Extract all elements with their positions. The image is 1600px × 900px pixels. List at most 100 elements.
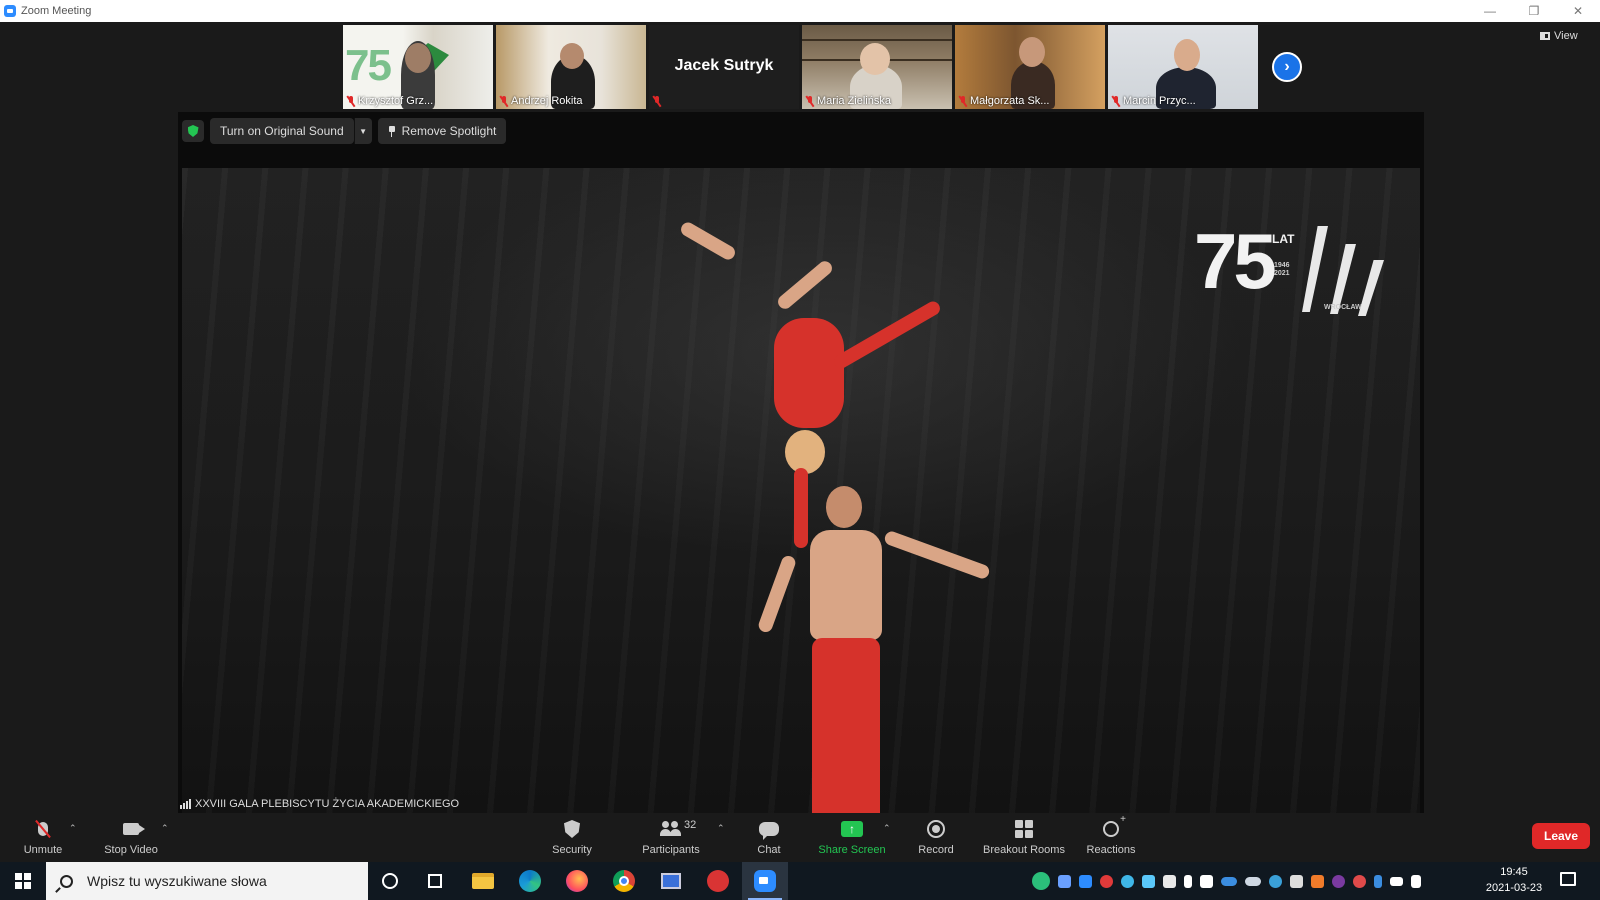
chat-button[interactable]: Chat — [755, 813, 783, 862]
record-button[interactable]: Record — [916, 813, 956, 862]
meeting-controls: Unmute ⌃ Stop Video ⌃ Security 32 Partic… — [0, 813, 1600, 862]
participant-name: Marcin Przyc... — [1123, 95, 1196, 107]
chrome-icon — [613, 870, 635, 892]
tray-app-icon[interactable] — [1079, 874, 1092, 888]
encryption-shield-icon[interactable] — [182, 120, 204, 142]
participant-name: Krzysztof Grz... — [358, 95, 434, 107]
view-button[interactable]: View — [1540, 30, 1578, 42]
awf-75-logo: 75 LAT 1946 2021 WROCŁAW — [1194, 222, 1384, 316]
original-sound-dropdown-icon[interactable]: ▼ — [353, 118, 372, 144]
original-sound-button[interactable]: Turn on Original Sound — [210, 118, 354, 144]
edge-button[interactable] — [507, 862, 553, 900]
share-options-caret-icon[interactable]: ⌃ — [883, 823, 891, 834]
participant-face — [405, 43, 431, 73]
zoom-icon — [754, 870, 776, 892]
taskbar-search[interactable]: Wpisz tu wyszukiwane słowa — [46, 862, 368, 900]
breakout-rooms-button[interactable]: Breakout Rooms — [981, 813, 1067, 862]
spotlight-video[interactable]: 75 LAT 1946 2021 WROCŁAW Turn on Origina… — [178, 112, 1424, 813]
muted-mic-icon — [959, 95, 967, 107]
breakout-rooms-icon — [1013, 819, 1035, 839]
remove-spotlight-label: Remove Spotlight — [401, 124, 497, 138]
tray-app-icon[interactable] — [1058, 874, 1071, 888]
tray-app-icon[interactable] — [1353, 874, 1366, 888]
firefox-button[interactable] — [554, 862, 600, 900]
tray-app-icon[interactable] — [1100, 874, 1113, 888]
network-icon[interactable] — [1390, 876, 1403, 886]
performer-arm — [831, 298, 943, 372]
muted-mic-icon — [806, 95, 814, 107]
stop-video-label: Stop Video — [104, 844, 158, 856]
pin-icon — [388, 125, 396, 137]
system-clock[interactable]: 19:45 2021-03-23 — [1474, 864, 1554, 896]
participant-thumbnail[interactable]: Maria Zielińska — [802, 25, 952, 109]
participant-thumbnail[interactable]: Andrzej Rokita — [496, 25, 646, 109]
search-placeholder: Wpisz tu wyszukiwane słowa — [87, 873, 267, 889]
remote-desktop-button[interactable] — [648, 862, 694, 900]
participant-face — [1019, 37, 1045, 67]
tray-app-icon[interactable] — [1200, 874, 1213, 888]
file-explorer-button[interactable] — [460, 862, 506, 900]
title-bar: Zoom Meeting — ❐ ✕ — [0, 0, 1600, 22]
security-button[interactable]: Security — [550, 813, 594, 862]
thumbnail-strip: 75 Krzysztof Grz... Andrzej Rokita Jacek… — [343, 25, 1258, 109]
audio-options-caret-icon[interactable]: ⌃ — [69, 823, 77, 834]
zoom-taskbar-button[interactable] — [742, 862, 788, 900]
remove-spotlight-button[interactable]: Remove Spotlight — [377, 118, 507, 144]
participant-name: Maria Zielińska — [817, 95, 891, 107]
video-options-caret-icon[interactable]: ⌃ — [161, 823, 169, 834]
participant-name: Andrzej Rokita — [511, 95, 583, 107]
clock-date: 2021-03-23 — [1485, 882, 1543, 894]
next-page-chevron-icon[interactable]: › — [1272, 52, 1302, 82]
volume-icon[interactable] — [1411, 874, 1421, 888]
app-button[interactable] — [695, 862, 741, 900]
bluetooth-icon[interactable] — [1374, 874, 1382, 888]
close-button[interactable]: ✕ — [1556, 0, 1600, 22]
muted-mic-icon — [347, 95, 355, 107]
cortana-button[interactable] — [367, 862, 413, 900]
tray-app-icon[interactable] — [1311, 874, 1324, 888]
participants-button[interactable]: 32 Participants — [638, 813, 704, 862]
cloud-icon[interactable] — [1245, 876, 1261, 886]
tray-app-icon[interactable] — [1269, 874, 1282, 888]
participants-count: 32 — [684, 819, 697, 831]
participant-thumbnail[interactable]: 75 Krzysztof Grz... — [343, 25, 493, 109]
record-icon — [925, 819, 947, 839]
breakout-rooms-label: Breakout Rooms — [983, 844, 1065, 856]
share-screen-button[interactable]: ↑ Share Screen — [818, 813, 886, 862]
share-screen-label: Share Screen — [818, 844, 886, 856]
tray-app-icon[interactable] — [1121, 874, 1134, 888]
participant-thumbnail[interactable]: Jacek Sutryk — [649, 25, 799, 109]
tray-app-icon[interactable] — [1163, 874, 1176, 888]
restore-button[interactable]: ❐ — [1512, 0, 1556, 22]
minimize-button[interactable]: — — [1468, 0, 1512, 22]
tray-app-icon[interactable] — [1332, 874, 1345, 888]
participant-thumbnail[interactable]: Małgorzata Sk... — [955, 25, 1105, 109]
start-button[interactable] — [8, 862, 38, 900]
reactions-icon — [1100, 814, 1126, 839]
onedrive-icon[interactable] — [1221, 876, 1237, 886]
reactions-button[interactable]: Reactions — [1085, 813, 1137, 862]
caption-text: XXVIII GALA PLEBISCYTU ŻYCIA AKADEMICKIE… — [195, 798, 460, 810]
tray-app-icon[interactable] — [1290, 874, 1303, 888]
tray-app-icon[interactable] — [1142, 874, 1155, 888]
unmute-button[interactable]: Unmute — [20, 813, 66, 862]
record-label: Record — [918, 844, 954, 856]
tray-app-icon[interactable] — [1032, 872, 1050, 890]
participant-name-tag: Marcin Przyc... — [1112, 95, 1196, 107]
participants-caret-icon[interactable]: ⌃ — [717, 823, 725, 834]
stop-video-button[interactable]: Stop Video — [100, 813, 162, 862]
chrome-button[interactable] — [601, 862, 647, 900]
notification-center-icon[interactable] — [1560, 872, 1576, 886]
search-icon — [60, 874, 73, 888]
spotlight-toolbar: Turn on Original Sound ▼ Remove Spotligh… — [182, 118, 507, 144]
task-view-button[interactable] — [412, 862, 458, 900]
meeting-area: 75 Krzysztof Grz... Andrzej Rokita Jacek… — [0, 22, 1600, 813]
red-app-icon — [707, 870, 729, 892]
participant-name-tag — [653, 96, 661, 107]
participant-thumbnail[interactable]: Marcin Przyc... — [1108, 25, 1258, 109]
tray-app-icon[interactable] — [1184, 874, 1192, 888]
muted-mic-icon — [653, 96, 661, 107]
leave-button[interactable]: Leave — [1532, 823, 1590, 849]
performer-trousers — [812, 638, 880, 813]
window-title: Zoom Meeting — [21, 5, 92, 17]
